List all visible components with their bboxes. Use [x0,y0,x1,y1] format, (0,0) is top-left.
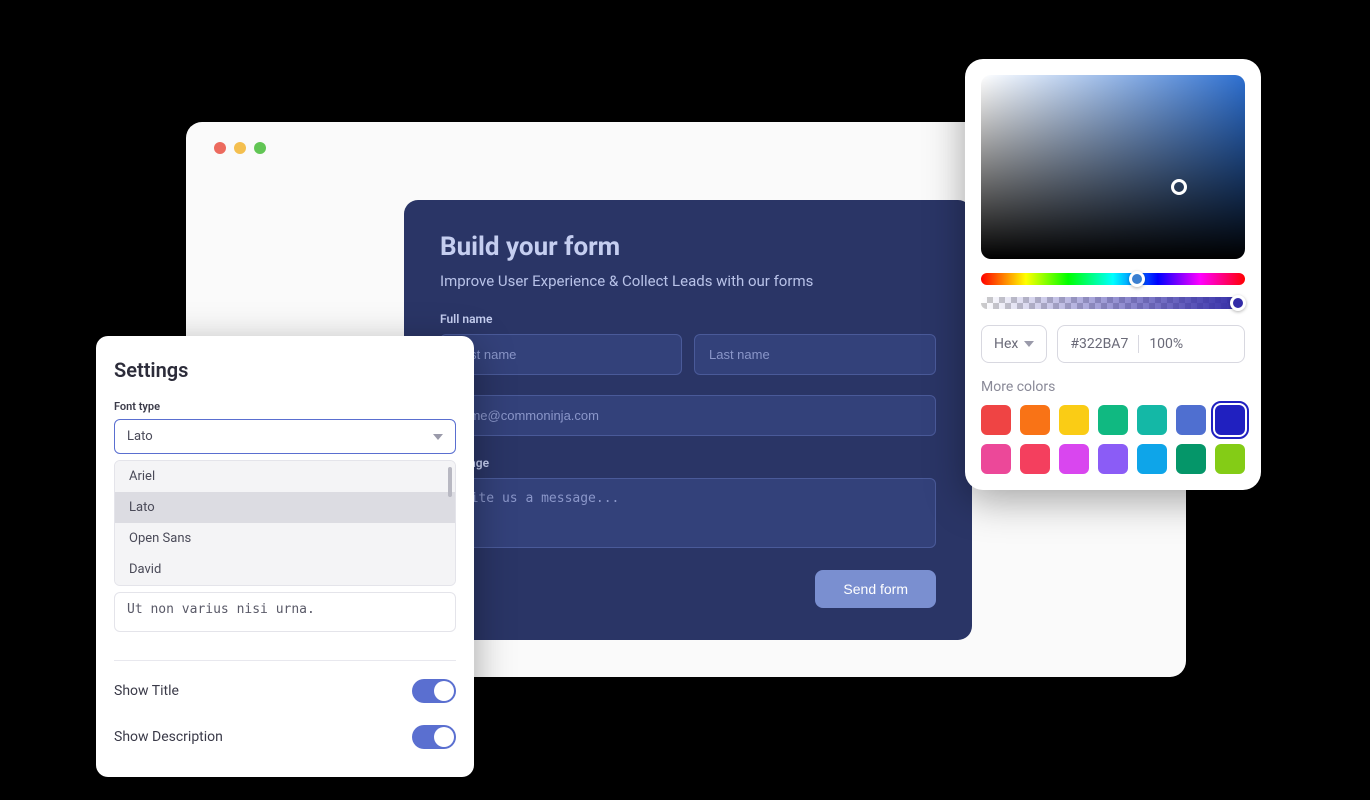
color-swatch[interactable] [1098,444,1128,474]
color-swatch[interactable] [1176,444,1206,474]
color-format-value: Hex [994,336,1018,352]
color-swatch[interactable] [1137,405,1167,435]
sample-text-input[interactable]: Ut non varius nisi urna. [114,592,456,632]
color-swatch[interactable] [981,444,1011,474]
fullname-label: Full name [440,312,936,326]
alpha-slider[interactable] [981,297,1245,309]
alpha-handle[interactable] [1230,295,1246,311]
chevron-down-icon [433,434,443,440]
color-swatch[interactable] [1176,405,1206,435]
settings-title: Settings [114,358,456,382]
font-option[interactable]: Lato [115,492,455,523]
color-swatch[interactable] [1215,405,1245,435]
show-description-toggle[interactable] [412,725,456,749]
alpha-value: 100% [1149,336,1183,352]
show-description-label: Show Description [114,729,223,745]
form-title: Build your form [440,232,936,262]
send-form-button[interactable]: Send form [815,570,936,608]
chevron-down-icon [1024,341,1034,347]
color-swatch[interactable] [1020,405,1050,435]
color-saturation-field[interactable] [981,75,1245,259]
color-swatch[interactable] [1137,444,1167,474]
firstname-input[interactable] [440,334,682,375]
color-swatch[interactable] [1215,444,1245,474]
show-title-label: Show Title [114,683,179,699]
hex-input-box[interactable]: #322BA7 100% [1057,325,1245,363]
divider [114,660,456,661]
font-select[interactable]: Lato [114,419,456,454]
hex-value: #322BA7 [1070,336,1128,352]
message-textarea[interactable] [440,478,936,548]
message-label: Message [440,456,936,470]
color-swatch[interactable] [1098,405,1128,435]
font-option[interactable]: Open Sans [115,523,455,554]
font-option[interactable]: Ariel [115,461,455,492]
form-preview: Build your form Improve User Experience … [404,200,972,640]
color-picker-panel: Hex #322BA7 100% More colors [965,59,1261,490]
hex-divider [1138,335,1139,353]
color-swatch[interactable] [1020,444,1050,474]
font-type-label: Font type [114,400,456,413]
color-field-handle[interactable] [1171,179,1187,195]
font-dropdown: Ariel Lato Open Sans David [114,460,456,586]
window-minimize-dot[interactable] [234,142,246,154]
lastname-input[interactable] [694,334,936,375]
show-title-toggle[interactable] [412,679,456,703]
email-input[interactable] [440,395,936,436]
swatch-grid [981,405,1245,474]
color-swatch[interactable] [1059,405,1089,435]
settings-panel: Settings Font type Lato Ariel Lato Open … [96,336,474,777]
hue-slider[interactable] [981,273,1245,285]
window-close-dot[interactable] [214,142,226,154]
hue-handle[interactable] [1129,271,1145,287]
font-select-value: Lato [127,429,153,444]
dropdown-scrollbar[interactable] [448,467,452,497]
form-subtitle: Improve User Experience & Collect Leads … [440,272,936,290]
color-format-select[interactable]: Hex [981,325,1047,363]
window-maximize-dot[interactable] [254,142,266,154]
color-swatch[interactable] [981,405,1011,435]
color-swatch[interactable] [1059,444,1089,474]
font-option[interactable]: David [115,554,455,585]
more-colors-label: More colors [981,379,1245,395]
